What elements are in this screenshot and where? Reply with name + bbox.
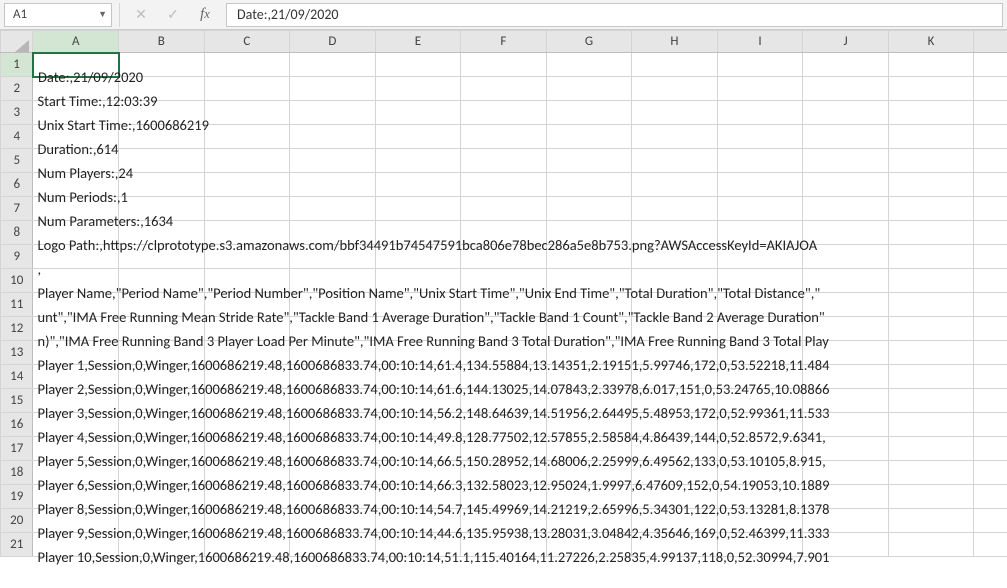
row-header[interactable]: 10 — [1, 269, 33, 293]
col-header-H[interactable]: H — [632, 31, 718, 53]
formula-text: Date:,21/09/2020 — [237, 6, 339, 23]
cell[interactable]: Player 8,Session,0,Winger,1600686219.48,… — [33, 485, 119, 509]
separator — [114, 3, 120, 27]
cell[interactable]: Player 3,Session,0,Winger,1600686219.48,… — [33, 389, 119, 413]
cell[interactable]: Player 6,Session,0,Winger,1600686219.48,… — [33, 461, 119, 485]
name-box-value: A1 — [13, 7, 27, 22]
row-header[interactable]: 19 — [1, 485, 33, 509]
row-header[interactable]: 11 — [1, 293, 33, 317]
col-header-K[interactable]: K — [888, 31, 974, 53]
cell[interactable]: Num Players:,24 — [33, 149, 119, 173]
cell-content: Logo Path:,https://clprototype.s3.amazon… — [33, 233, 1007, 257]
cell[interactable]: Logo Path:,https://clprototype.s3.amazon… — [33, 221, 119, 245]
row-header[interactable]: 1 — [1, 53, 33, 77]
cell-content: Player 1,Session,0,Winger,1600686219.48,… — [33, 353, 1007, 377]
row-header[interactable]: 3 — [1, 101, 33, 125]
cell[interactable]: Player 5,Session,0,Winger,1600686219.48,… — [33, 437, 119, 461]
cell[interactable]: Num Periods:,1 — [33, 173, 119, 197]
spreadsheet-grid[interactable]: A B C D E F G H I J K L 1Date:,21/09/202… — [0, 30, 1007, 588]
fx-icon[interactable]: fx — [190, 3, 220, 27]
col-header-G[interactable]: G — [546, 31, 632, 53]
column-header-row: A B C D E F G H I J K L — [1, 31, 1007, 53]
col-header-B[interactable]: B — [119, 31, 205, 53]
row-header[interactable]: 6 — [1, 173, 33, 197]
cell-content: Unix Start Time:,1600686219 — [33, 113, 1007, 137]
col-header-C[interactable]: C — [204, 31, 290, 53]
cell-content: Player 4,Session,0,Winger,1600686219.48,… — [33, 425, 1007, 449]
cell-content: Player 3,Session,0,Winger,1600686219.48,… — [33, 401, 1007, 425]
cell-content: Date:,21/09/2020 — [34, 65, 1007, 89]
cell-content: Num Periods:,1 — [33, 185, 1007, 209]
cell[interactable]: Player 2,Session,0,Winger,1600686219.48,… — [33, 365, 119, 389]
cell[interactable]: n)","IMA Free Running Band 3 Player Load… — [33, 317, 119, 341]
row-header[interactable]: 5 — [1, 149, 33, 173]
formula-bar: A1 ▼ ✕ ✓ fx Date:,21/09/2020 — [0, 0, 1007, 30]
row-header[interactable]: 2 — [1, 77, 33, 101]
select-all-triangle-icon — [15, 40, 29, 52]
cancel-icon: ✕ — [126, 3, 156, 27]
col-header-E[interactable]: E — [375, 31, 461, 53]
cell[interactable]: Unix Start Time:,1600686219 — [33, 101, 119, 125]
cell-content: Player Name,"Period Name","Period Number… — [33, 281, 1007, 305]
cell-content: Player 9,Session,0,Winger,1600686219.48,… — [33, 521, 1007, 545]
cell-content: Num Players:,24 — [33, 161, 1007, 185]
cell-content: n)","IMA Free Running Band 3 Player Load… — [33, 329, 1007, 353]
row-header[interactable]: 7 — [1, 197, 33, 221]
cell-content: Start Time:,12:03:39 — [33, 89, 1007, 113]
cell[interactable]: Duration:,614 — [33, 125, 119, 149]
dropdown-icon[interactable]: ▼ — [98, 9, 107, 20]
row-header[interactable]: 20 — [1, 509, 33, 533]
cell[interactable]: unt","IMA Free Running Mean Stride Rate"… — [33, 293, 119, 317]
row-header[interactable]: 21 — [1, 533, 33, 557]
cell[interactable]: Player 9,Session,0,Winger,1600686219.48,… — [33, 509, 119, 533]
row-header[interactable]: 12 — [1, 317, 33, 341]
col-header-J[interactable]: J — [803, 31, 889, 53]
formula-input[interactable]: Date:,21/09/2020 — [226, 3, 1003, 27]
cell-content: Num Parameters:,1634 — [33, 209, 1007, 233]
cell[interactable]: Player 1,Session,0,Winger,1600686219.48,… — [33, 341, 119, 365]
col-header-F[interactable]: F — [461, 31, 547, 53]
cell-content: Player 2,Session,0,Winger,1600686219.48,… — [33, 377, 1007, 401]
cell-content: Player 5,Session,0,Winger,1600686219.48,… — [33, 449, 1007, 473]
row-header[interactable]: 9 — [1, 245, 33, 269]
cell[interactable]: Player Name,"Period Name","Period Number… — [33, 269, 119, 293]
select-all-corner[interactable] — [1, 31, 33, 53]
row-header[interactable]: 16 — [1, 413, 33, 437]
cell-content: , — [33, 257, 1007, 281]
cell-content: Player 10,Session,0,Winger,1600686219.48… — [33, 545, 1007, 569]
table-row: 1Date:,21/09/2020 — [1, 53, 1007, 77]
col-header-L[interactable]: L — [974, 31, 1007, 53]
name-box[interactable]: A1 ▼ — [4, 3, 112, 27]
cell[interactable]: Player 10,Session,0,Winger,1600686219.48… — [33, 533, 119, 557]
cell[interactable]: Num Parameters:,1634 — [33, 197, 119, 221]
col-header-A[interactable]: A — [33, 31, 119, 53]
row-header[interactable]: 4 — [1, 125, 33, 149]
sheet-table: A B C D E F G H I J K L 1Date:,21/09/202… — [0, 30, 1007, 557]
cell[interactable]: Player 4,Session,0,Winger,1600686219.48,… — [33, 413, 119, 437]
row-header[interactable]: 8 — [1, 221, 33, 245]
cell-content: Duration:,614 — [33, 137, 1007, 161]
enter-icon: ✓ — [158, 3, 188, 27]
row-header[interactable]: 17 — [1, 437, 33, 461]
row-header[interactable]: 13 — [1, 341, 33, 365]
row-header[interactable]: 15 — [1, 389, 33, 413]
cell[interactable]: Date:,21/09/2020 — [33, 53, 119, 77]
row-header[interactable]: 14 — [1, 365, 33, 389]
row-header[interactable]: 18 — [1, 461, 33, 485]
col-header-I[interactable]: I — [717, 31, 803, 53]
col-header-D[interactable]: D — [290, 31, 376, 53]
cell-content: unt","IMA Free Running Mean Stride Rate"… — [33, 305, 1007, 329]
cell[interactable]: , — [33, 245, 119, 269]
cell-content: Player 8,Session,0,Winger,1600686219.48,… — [33, 497, 1007, 521]
cell-content: Player 6,Session,0,Winger,1600686219.48,… — [33, 473, 1007, 497]
